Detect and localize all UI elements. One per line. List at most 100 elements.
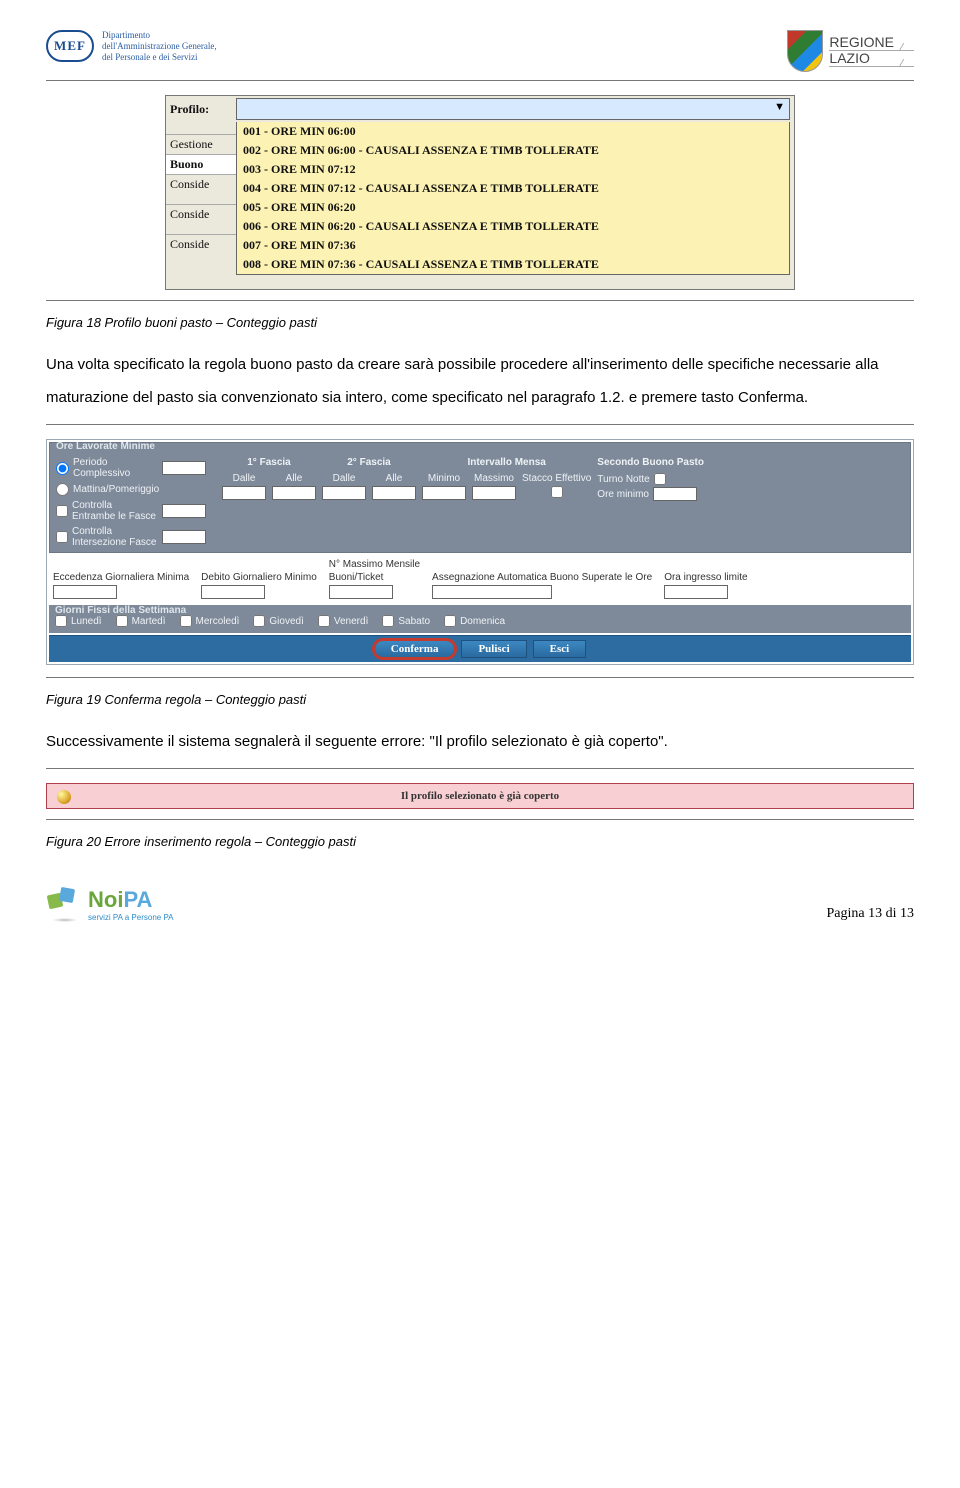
day-check[interactable]: Martedì: [116, 615, 166, 627]
side-label: Conside: [166, 204, 236, 234]
fascia1-dalle-input[interactable]: [222, 486, 266, 500]
ore-minimo-input[interactable]: [653, 487, 697, 501]
profilo-option[interactable]: 002 - ORE MIN 06:00 - CAUSALI ASSENZA E …: [237, 141, 789, 160]
label-text: Lunedì: [71, 616, 102, 627]
orain-input[interactable]: [664, 585, 728, 599]
label-text: Eccedenza Giornaliera Minima: [53, 572, 189, 583]
label-text: Debito Giornaliero Minimo: [201, 572, 317, 583]
checkbox-input[interactable]: [56, 531, 68, 543]
noipa-icon: [46, 888, 86, 922]
checkbox-input[interactable]: [55, 615, 67, 627]
intersez-input[interactable]: [162, 530, 206, 544]
giorni-fieldset: Giorni Fissi della Settimana Lunedì Mart…: [49, 605, 911, 633]
orain-cell: Ora ingresso limite: [664, 572, 747, 599]
figure-profilo-dropdown: Profilo: Gestione Buono Conside Conside …: [165, 95, 795, 290]
day-check[interactable]: Domenica: [444, 615, 505, 627]
page-number: Pagina 13 di 13: [827, 906, 915, 922]
checkbox-input[interactable]: [318, 615, 330, 627]
error-text: Il profilo selezionato è già coperto: [401, 790, 559, 802]
doc-header: MEF Dipartimento dell'Amministrazione Ge…: [46, 30, 914, 72]
torn-edge-icon: [166, 275, 794, 289]
body-paragraph: Una volta specificato la regola buono pa…: [46, 348, 914, 414]
mef-logo-icon: MEF: [46, 30, 94, 62]
radio-input[interactable]: [56, 462, 69, 475]
checkbox-input[interactable]: [253, 615, 265, 627]
intersez-check[interactable]: Controlla Intersezione Fasce: [56, 526, 206, 548]
periodo-radio[interactable]: Periodo Complessivo: [56, 457, 206, 479]
checkbox-input[interactable]: [444, 615, 456, 627]
noipa-logo: NoiPA servizi PA a Persone PA: [46, 887, 174, 922]
debito-cell: Debito Giornaliero Minimo: [201, 572, 317, 599]
side-label: Conside: [166, 174, 236, 204]
doc-footer: NoiPA servizi PA a Persone PA Pagina 13 …: [0, 887, 960, 950]
label-text: Periodo Complessivo: [73, 457, 158, 479]
col-title: 2° Fascia: [347, 457, 390, 469]
label-text: Dalle: [233, 473, 256, 484]
checkbox-input[interactable]: [116, 615, 128, 627]
periodo-input[interactable]: [162, 461, 206, 475]
profilo-option[interactable]: 007 - ORE MIN 07:36: [237, 236, 789, 255]
fascia2-col: 2° Fascia Dalle Alle: [322, 457, 416, 501]
turno-notte-check[interactable]: Turno Notte: [597, 473, 665, 485]
label-text: Sabato: [398, 616, 430, 627]
label-text: Controlla Entrambe le Fasce: [72, 500, 158, 522]
assegnaz-input[interactable]: [432, 585, 552, 599]
noipa-text: NoiPA servizi PA a Persone PA: [88, 887, 174, 922]
assegnaz-cell: Assegnazione Automatica Buono Superate l…: [432, 572, 652, 599]
day-check[interactable]: Lunedì: [55, 615, 102, 627]
fieldset-title: Ore Lavorate Minime: [56, 441, 155, 452]
lazio-text: REGIONE LAZIO: [829, 35, 914, 68]
days-row: Lunedì Martedì Mercoledì Giovedì Venerdì…: [55, 615, 905, 627]
day-check[interactable]: Venerdì: [318, 615, 368, 627]
checkbox-input[interactable]: [382, 615, 394, 627]
profilo-option[interactable]: 001 - ORE MIN 06:00: [237, 122, 789, 141]
label-text: Martedì: [132, 616, 166, 627]
esci-button[interactable]: Esci: [533, 640, 587, 658]
debito-input[interactable]: [201, 585, 265, 599]
entrambe-input[interactable]: [162, 504, 206, 518]
conferma-button[interactable]: Conferma: [374, 640, 456, 658]
profilo-dropdown-list[interactable]: 001 - ORE MIN 06:00 002 - ORE MIN 06:00 …: [236, 122, 790, 275]
profilo-option[interactable]: 008 - ORE MIN 07:36 - CAUSALI ASSENZA E …: [237, 255, 789, 274]
profilo-option[interactable]: 004 - ORE MIN 07:12 - CAUSALI ASSENZA E …: [237, 179, 789, 198]
figure-error-bar: Il profilo selezionato è già coperto: [46, 783, 914, 809]
fascia2-alle-input[interactable]: [372, 486, 416, 500]
eccedenza-cell: Eccedenza Giornaliera Minima: [53, 572, 189, 599]
fascia1-alle-input[interactable]: [272, 486, 316, 500]
checkbox-input[interactable]: [654, 473, 666, 485]
label-text: Alle: [386, 473, 403, 484]
day-check[interactable]: Sabato: [382, 615, 430, 627]
label-text: Mattina/Pomeriggio: [73, 484, 159, 495]
radio-input[interactable]: [56, 483, 69, 496]
stacco-check[interactable]: [551, 486, 563, 498]
divider: [46, 768, 914, 769]
body-paragraph: Successivamente il sistema segnalerà il …: [46, 725, 914, 758]
figure-caption: Figura 18 Profilo buoni pasto – Conteggi…: [46, 315, 914, 330]
profilo-option[interactable]: 003 - ORE MIN 07:12: [237, 160, 789, 179]
profilo-option[interactable]: 006 - ORE MIN 06:20 - CAUSALI ASSENZA E …: [237, 217, 789, 236]
checkbox-input[interactable]: [56, 505, 68, 517]
lazio-crest-icon: [787, 30, 823, 72]
entrambe-check[interactable]: Controlla Entrambe le Fasce: [56, 500, 206, 522]
minimo-input[interactable]: [422, 486, 466, 500]
eccedenza-input[interactable]: [53, 585, 117, 599]
day-check[interactable]: Giovedì: [253, 615, 303, 627]
divider: [46, 80, 914, 81]
profilo-select[interactable]: [236, 98, 790, 120]
checkbox-input[interactable]: [180, 615, 192, 627]
label-text: Buoni/Ticket: [329, 572, 420, 583]
nmax-input[interactable]: [329, 585, 393, 599]
mattina-radio[interactable]: Mattina/Pomeriggio: [56, 483, 206, 496]
fascia2-dalle-input[interactable]: [322, 486, 366, 500]
label-text: Stacco Effettivo: [522, 473, 591, 484]
profilo-option[interactable]: 005 - ORE MIN 06:20: [237, 198, 789, 217]
massimo-input[interactable]: [472, 486, 516, 500]
label-text: Giovedì: [269, 616, 303, 627]
pulisci-button[interactable]: Pulisci: [461, 640, 526, 658]
mef-dept-text: Dipartimento dell'Amministrazione Genera…: [102, 30, 217, 62]
lazio-logo-block: REGIONE LAZIO: [787, 30, 914, 72]
day-check[interactable]: Mercoledì: [180, 615, 240, 627]
mef-line: Dipartimento: [102, 30, 217, 41]
warning-icon: [57, 790, 71, 804]
secondo-pasto-col: Secondo Buono Pasto Turno Notte Ore mini…: [597, 457, 704, 501]
